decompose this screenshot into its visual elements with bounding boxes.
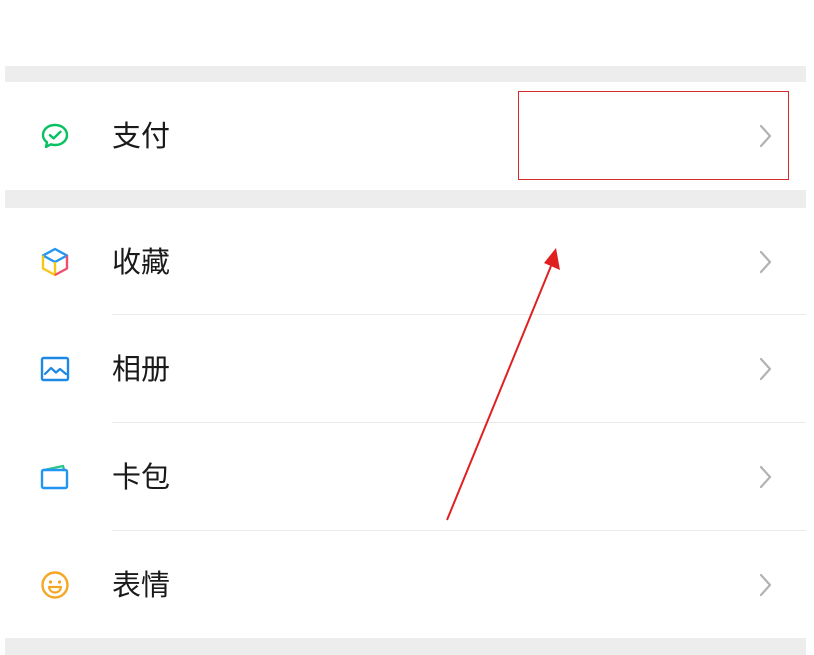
menu-item-label: 卡包 bbox=[112, 460, 171, 494]
menu-item-cards[interactable]: 卡包 bbox=[5, 423, 806, 530]
section-gap bbox=[5, 638, 806, 655]
menu-item-stickers[interactable]: 表情 bbox=[5, 531, 806, 638]
section-gap bbox=[5, 66, 806, 82]
card-wallet-icon bbox=[40, 464, 69, 490]
menu-item-favorites[interactable]: 收藏 bbox=[5, 208, 806, 315]
wechat-pay-icon bbox=[41, 123, 69, 149]
smiley-sticker-icon bbox=[41, 571, 69, 599]
annotation-highlight-box bbox=[518, 91, 789, 180]
favorites-cube-icon bbox=[41, 247, 69, 277]
menu-item-label: 相册 bbox=[112, 352, 171, 386]
chevron-right-icon bbox=[759, 465, 772, 489]
menu-item-label: 支付 bbox=[112, 119, 171, 153]
section-gap bbox=[5, 190, 806, 208]
menu-item-label: 收藏 bbox=[112, 245, 171, 279]
menu-item-label: 表情 bbox=[112, 568, 171, 602]
photo-album-icon bbox=[40, 356, 70, 382]
menu-item-album[interactable]: 相册 bbox=[5, 315, 806, 422]
chevron-right-icon bbox=[759, 357, 772, 381]
chevron-right-icon bbox=[759, 573, 772, 597]
chevron-right-icon bbox=[759, 250, 772, 274]
